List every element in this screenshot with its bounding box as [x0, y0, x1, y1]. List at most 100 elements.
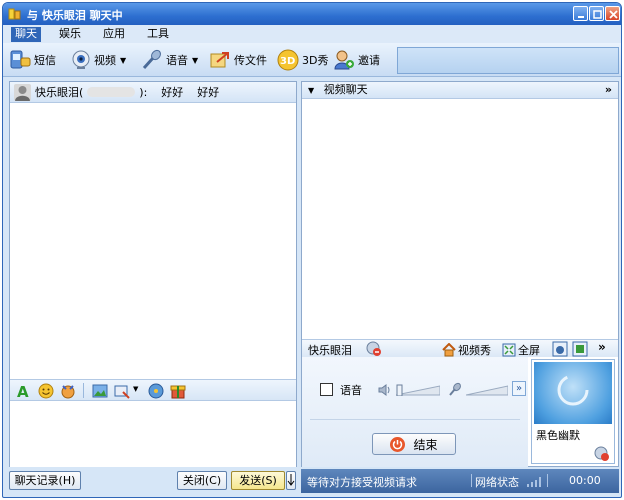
chat-log[interactable]: [10, 103, 296, 379]
send-file-button[interactable]: 传文件: [209, 49, 267, 71]
message-text-1: 好好: [161, 86, 184, 99]
send-button[interactable]: 发送(S): [231, 471, 285, 490]
video-panel-header[interactable]: ▼ 视频聊天 »: [302, 82, 618, 99]
send-image-icon[interactable]: [92, 383, 108, 399]
audio-controls: 语音 » 结束: [302, 357, 528, 467]
screenshot-dropdown-icon[interactable]: ▼: [133, 385, 138, 393]
chat-history-button[interactable]: 聊天记录(H): [9, 471, 81, 490]
gift-icon[interactable]: [170, 383, 186, 399]
minimize-icon: [578, 16, 584, 18]
power-icon: [390, 436, 406, 452]
snapshot-icon[interactable]: [552, 341, 568, 357]
record-icon[interactable]: [572, 341, 588, 357]
sms-label: 短信: [34, 54, 56, 67]
send-file-icon: [210, 52, 229, 68]
sms-button[interactable]: 短信: [9, 49, 56, 71]
status-message: 等待对方接受视频请求: [307, 476, 417, 489]
3d-show-button[interactable]: 3D 3D秀: [277, 49, 328, 71]
music-icon[interactable]: [148, 383, 164, 399]
close-button[interactable]: 关闭(C): [177, 471, 227, 490]
window-title: 与 快乐眼泪 聊天中: [27, 9, 123, 22]
menu-entertainment[interactable]: 娱乐: [55, 27, 85, 42]
voice-button[interactable]: 语音 ▼: [141, 49, 198, 71]
video-panel-title: 视频聊天: [323, 83, 368, 96]
toolbar-divider: [83, 383, 84, 398]
menu-tools[interactable]: 工具: [143, 27, 173, 42]
font-icon[interactable]: A: [16, 383, 32, 399]
maximize-button[interactable]: [589, 6, 604, 21]
webcam-icon: [72, 50, 90, 69]
expand-panel-icon[interactable]: »: [605, 82, 612, 98]
sender-name: 快乐眼泪: [35, 86, 79, 99]
video-show-label: 视频秀: [458, 344, 491, 357]
magic-emoji-icon[interactable]: [60, 383, 76, 399]
status-divider-2: [547, 474, 548, 487]
voice-checkbox[interactable]: [320, 383, 333, 396]
menu-chat[interactable]: 聊天: [11, 27, 41, 42]
invite-label: 邀请: [358, 54, 380, 67]
video-dropdown-icon[interactable]: ▼: [120, 56, 126, 65]
invite-user-icon: [334, 50, 354, 70]
close-icon: [609, 10, 618, 19]
voice-checkbox-label: 语音: [340, 384, 362, 397]
video-button[interactable]: 视频 ▼: [71, 49, 126, 71]
voice-dropdown-icon[interactable]: ▼: [192, 56, 198, 65]
close-window-button[interactable]: [605, 6, 620, 21]
sender-id-redacted: [87, 87, 136, 97]
sender-id-open: (: [79, 85, 84, 99]
video-label: 视频: [94, 54, 116, 67]
screenshot-icon[interactable]: [114, 383, 130, 399]
fullscreen-icon: [502, 343, 516, 357]
arrow-down-icon: [287, 474, 295, 486]
svg-text:A: A: [17, 383, 29, 399]
home-icon: [442, 343, 456, 357]
maximize-icon: [593, 10, 602, 19]
avatar: [14, 83, 31, 101]
voice-label: 语音: [166, 54, 188, 67]
self-name: 黑色幽默: [536, 429, 580, 442]
peer-label: 快乐眼泪: [308, 342, 352, 358]
message-text-2: 好好: [197, 86, 220, 99]
svg-text:3D: 3D: [280, 56, 295, 67]
signal-strength-icon: [527, 477, 541, 487]
call-timer: 00:00: [569, 474, 601, 487]
controls-divider: [310, 419, 520, 420]
send-options-button[interactable]: [286, 471, 296, 490]
message-input[interactable]: [10, 401, 296, 467]
end-call-label: 结束: [413, 437, 438, 452]
more-tools-icon[interactable]: »: [598, 340, 606, 354]
invite-button[interactable]: 邀请: [333, 49, 380, 71]
3d-show-label: 3D秀: [302, 54, 329, 67]
speaker-volume-slider[interactable]: [396, 384, 440, 396]
chat-window: 与 快乐眼泪 聊天中 聊天 娱乐 应用 工具 短信 视频 ▼ 语音 ▼ 传文件 …: [2, 2, 622, 498]
no-camera-icon: [366, 341, 381, 356]
minimize-button[interactable]: [573, 6, 588, 21]
expand-audio-button[interactable]: »: [512, 381, 526, 396]
3d-show-icon: 3D: [277, 49, 299, 71]
peer-name: 快乐眼泪: [308, 344, 352, 357]
status-bar: 等待对方接受视频请求 网络状态 00:00: [301, 469, 619, 493]
video-toolbar: 快乐眼泪 视频秀 全屏 »: [302, 339, 618, 357]
toolbar-banner: [397, 47, 619, 74]
send-file-label: 传文件: [234, 54, 267, 67]
menu-apps[interactable]: 应用: [99, 27, 129, 42]
title-bar[interactable]: 与 快乐眼泪 聊天中: [3, 3, 621, 25]
loading-spinner-icon: [557, 374, 589, 406]
self-video-preview: 黑色幽默: [531, 359, 615, 464]
network-status-label: 网络状态: [475, 476, 519, 489]
chat-message-line: 快乐眼泪 ( ): 好好 好好: [10, 82, 296, 103]
fullscreen-button[interactable]: 全屏: [502, 342, 540, 358]
emoji-icon[interactable]: [38, 383, 54, 399]
fullscreen-label: 全屏: [518, 344, 540, 357]
mic-volume-slider[interactable]: [466, 384, 508, 396]
app-icon: [8, 8, 21, 20]
video-show-button[interactable]: 视频秀: [442, 342, 491, 358]
end-call-button[interactable]: 结束: [372, 433, 456, 455]
status-divider: [471, 474, 472, 487]
video-panel: ▼ 视频聊天 » 快乐眼泪 视频秀 全屏 » 语音 » 结束 黑色幽默: [301, 81, 619, 467]
camera-settings-icon[interactable]: [594, 446, 610, 462]
collapse-icon[interactable]: ▼: [308, 86, 314, 95]
toolbar: 短信 视频 ▼ 语音 ▼ 传文件 3D 3D秀 邀请: [3, 43, 621, 77]
chat-panel: 快乐眼泪 ( ): 好好 好好 A ▼: [9, 81, 297, 467]
sms-icon: [10, 50, 31, 69]
